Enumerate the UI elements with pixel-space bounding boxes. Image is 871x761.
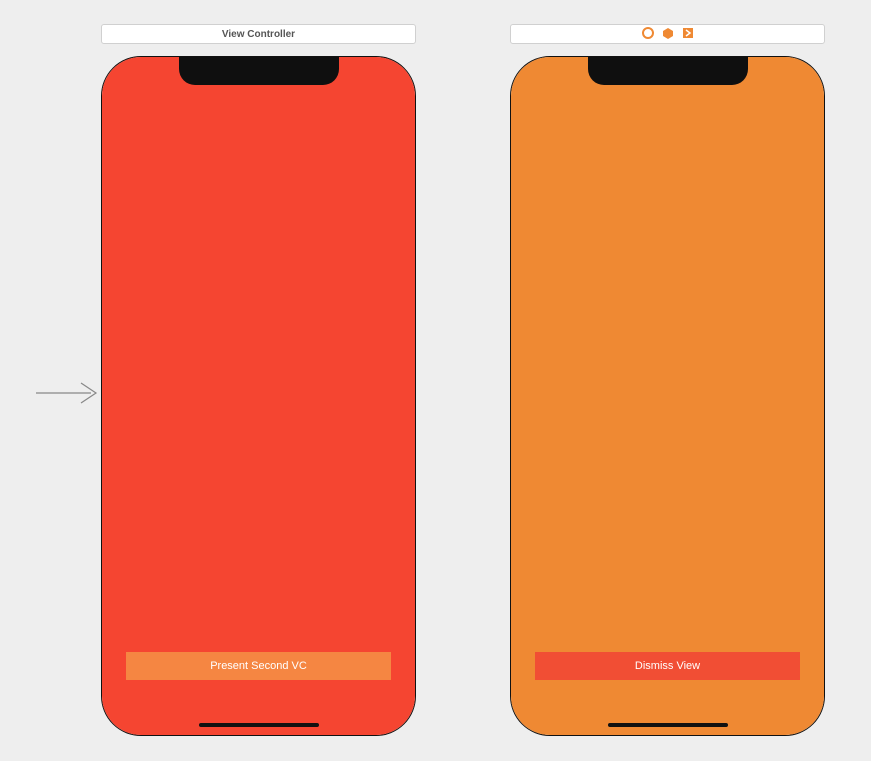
button-label: Dismiss View xyxy=(635,660,700,672)
scene-view-controller-1[interactable]: View Controller Present Second VC xyxy=(101,24,416,736)
storyboard-canvas[interactable]: View Controller Present Second VC xyxy=(0,0,871,761)
device-notch xyxy=(588,57,748,85)
scene-title-label: View Controller xyxy=(222,29,295,40)
device-frame: Dismiss View xyxy=(510,56,825,736)
device-notch xyxy=(179,57,339,85)
dismiss-view-button[interactable]: Dismiss View xyxy=(535,652,800,680)
home-indicator xyxy=(199,723,319,727)
vc-identity-icon[interactable] xyxy=(642,27,654,42)
exit-icon[interactable] xyxy=(682,27,694,42)
entry-point-arrow[interactable] xyxy=(36,378,101,413)
present-second-vc-button[interactable]: Present Second VC xyxy=(126,652,391,680)
root-view[interactable] xyxy=(102,57,415,735)
button-label: Present Second VC xyxy=(210,660,307,672)
scene-view-controller-2[interactable]: Dismiss View xyxy=(510,24,825,736)
scene-title-bar[interactable]: View Controller xyxy=(101,24,416,44)
first-responder-icon[interactable] xyxy=(662,27,674,42)
device-frame: Present Second VC xyxy=(101,56,416,736)
root-view[interactable] xyxy=(511,57,824,735)
scene-title-bar[interactable] xyxy=(510,24,825,44)
home-indicator xyxy=(608,723,728,727)
